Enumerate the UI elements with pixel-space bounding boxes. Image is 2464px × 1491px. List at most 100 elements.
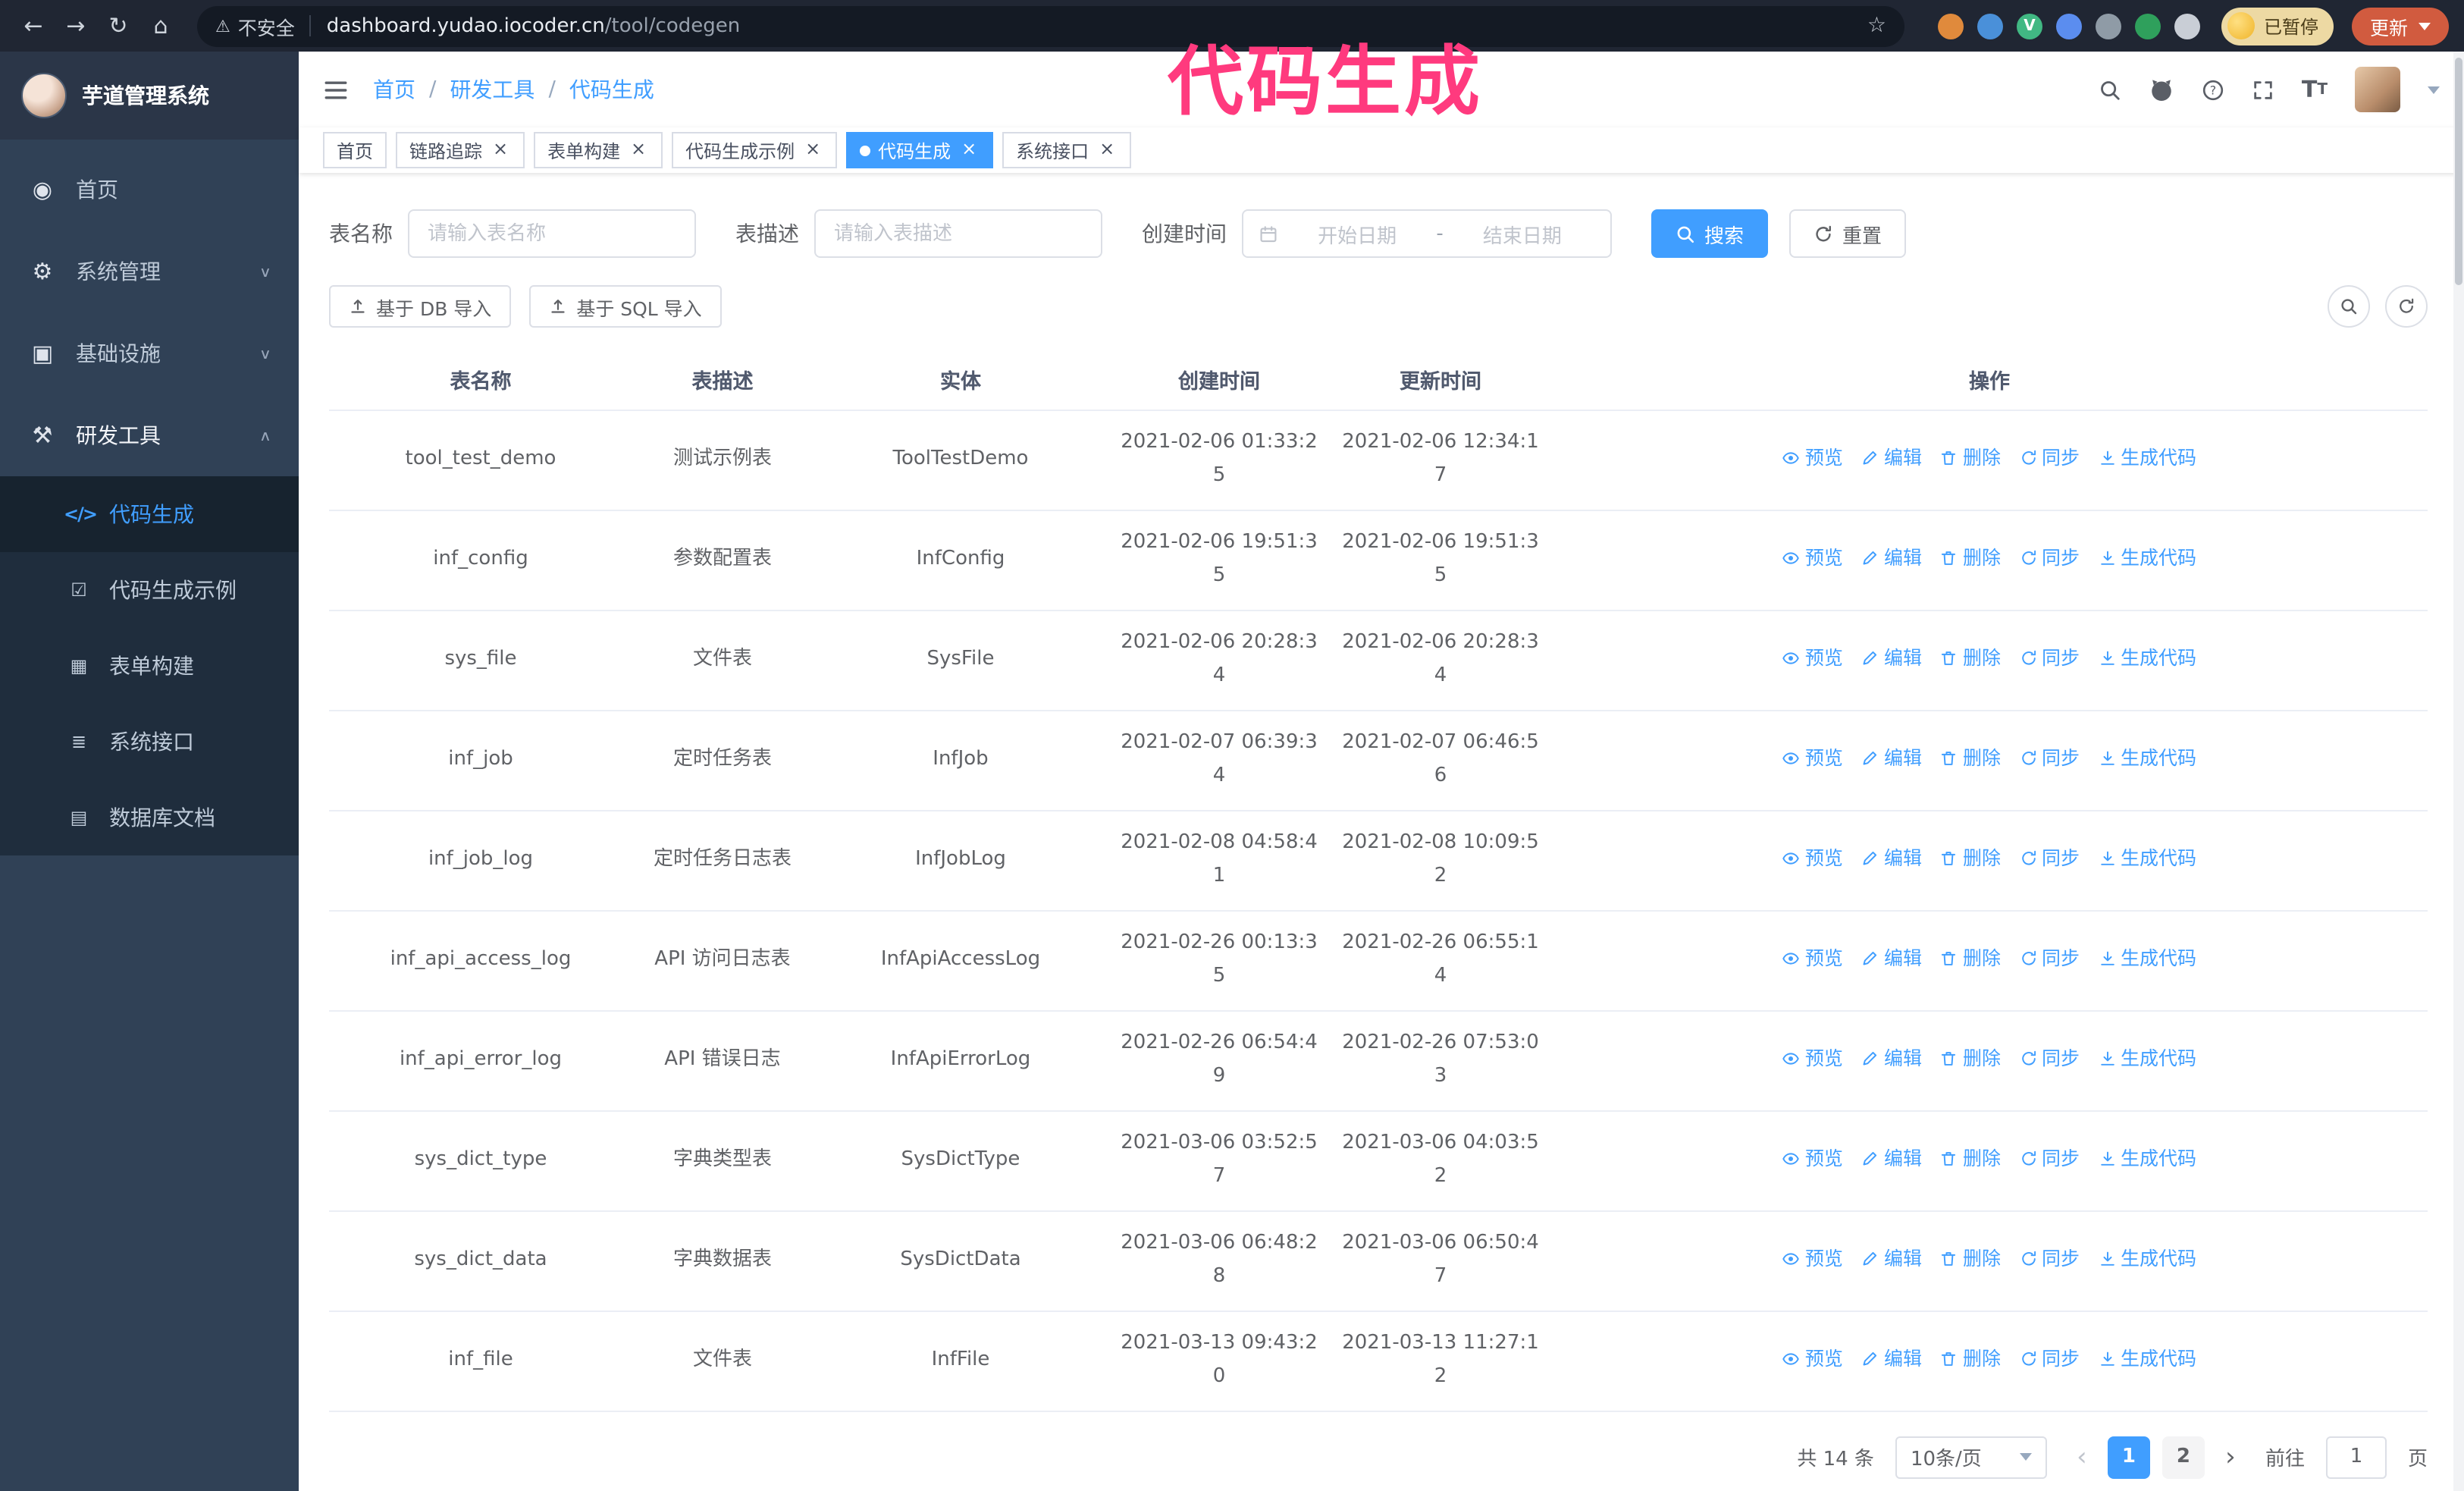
next-page-button[interactable]: › bbox=[2217, 1442, 2244, 1472]
action-sync-link[interactable]: 同步 bbox=[2019, 941, 2080, 975]
bookmark-star-icon[interactable]: ☆ bbox=[1867, 14, 1886, 38]
action-edit-link[interactable]: 编辑 bbox=[1861, 741, 1922, 774]
action-generate-link[interactable]: 生成代码 bbox=[2098, 541, 2196, 574]
sidebar-item[interactable]: ⚒ 研发工具 ∧ bbox=[0, 394, 299, 476]
action-delete-link[interactable]: 删除 bbox=[1940, 1241, 2001, 1275]
browser-home-icon[interactable]: ⌂ bbox=[143, 8, 179, 44]
action-edit-link[interactable]: 编辑 bbox=[1861, 841, 1922, 874]
action-delete-link[interactable]: 删除 bbox=[1940, 541, 2001, 574]
action-delete-link[interactable]: 删除 bbox=[1940, 1041, 2001, 1075]
action-edit-link[interactable]: 编辑 bbox=[1861, 1141, 1922, 1175]
action-generate-link[interactable]: 生成代码 bbox=[2098, 1041, 2196, 1075]
scrollbar-thumb[interactable] bbox=[2455, 58, 2462, 285]
sidebar-item[interactable]: ◉ 首页 bbox=[0, 149, 299, 231]
action-preview-link[interactable]: 预览 bbox=[1782, 841, 1843, 874]
hamburger-icon[interactable] bbox=[323, 77, 349, 102]
action-sync-link[interactable]: 同步 bbox=[2019, 441, 2080, 474]
back-icon[interactable]: ← bbox=[15, 8, 52, 44]
action-edit-link[interactable]: 编辑 bbox=[1861, 641, 1922, 674]
goto-page-input[interactable] bbox=[2325, 1436, 2387, 1478]
date-range-picker[interactable]: 开始日期 - 结束日期 bbox=[1242, 209, 1612, 258]
page-button[interactable]: 1 bbox=[2107, 1436, 2150, 1478]
action-generate-link[interactable]: 生成代码 bbox=[2098, 741, 2196, 774]
tab[interactable]: 代码生成示例 × bbox=[672, 132, 838, 168]
breadcrumb-item[interactable]: 研发工具 bbox=[450, 74, 534, 105]
reset-button[interactable]: 重置 bbox=[1789, 209, 1907, 258]
action-sync-link[interactable]: 同步 bbox=[2019, 1141, 2080, 1175]
tab-close-icon[interactable]: × bbox=[490, 139, 511, 161]
breadcrumb-item[interactable]: 首页 bbox=[373, 74, 415, 105]
extension-icon-vue[interactable]: V bbox=[2016, 13, 2042, 39]
extension-icon-orange[interactable] bbox=[1937, 13, 1964, 39]
help-icon[interactable]: ? bbox=[2202, 78, 2224, 101]
action-delete-link[interactable]: 删除 bbox=[1940, 441, 2001, 474]
sidebar-item[interactable]: ▣ 基础设施 ∨ bbox=[0, 312, 299, 394]
action-sync-link[interactable]: 同步 bbox=[2019, 1241, 2080, 1275]
extension-icon-puzzle[interactable] bbox=[2174, 13, 2200, 39]
forward-icon[interactable]: → bbox=[58, 8, 94, 44]
page-size-select[interactable]: 10条/页 bbox=[1895, 1436, 2047, 1478]
extension-icon-people[interactable] bbox=[2055, 13, 2082, 39]
page-button[interactable]: 2 bbox=[2161, 1436, 2205, 1478]
tab[interactable]: 代码生成 × bbox=[846, 132, 994, 168]
action-edit-link[interactable]: 编辑 bbox=[1861, 441, 1922, 474]
action-preview-link[interactable]: 预览 bbox=[1782, 1241, 1843, 1275]
address-bar[interactable]: ⚠ 不安全 dashboard.yudao.iocoder.cn/tool/co… bbox=[197, 5, 1904, 46]
action-preview-link[interactable]: 预览 bbox=[1782, 541, 1843, 574]
extension-icon-gray[interactable] bbox=[2095, 13, 2121, 39]
tab[interactable]: 链路追踪 × bbox=[396, 132, 525, 168]
action-delete-link[interactable]: 删除 bbox=[1940, 1141, 2001, 1175]
sidebar-subitem[interactable]: ▦ 表单构建 bbox=[0, 628, 299, 704]
prev-page-button[interactable]: ‹ bbox=[2068, 1442, 2096, 1472]
breadcrumb-item[interactable]: 代码生成 bbox=[569, 74, 654, 105]
font-size-icon[interactable]: TT bbox=[2302, 76, 2328, 103]
toggle-search-button[interactable] bbox=[2328, 285, 2370, 328]
action-preview-link[interactable]: 预览 bbox=[1782, 441, 1843, 474]
action-delete-link[interactable]: 删除 bbox=[1940, 1342, 2001, 1375]
action-edit-link[interactable]: 编辑 bbox=[1861, 1041, 1922, 1075]
table-name-input[interactable] bbox=[408, 209, 696, 258]
action-generate-link[interactable]: 生成代码 bbox=[2098, 1342, 2196, 1375]
import-db-button[interactable]: 基于 DB 导入 bbox=[329, 285, 512, 328]
tab-close-icon[interactable]: × bbox=[958, 139, 980, 161]
fullscreen-icon[interactable] bbox=[2252, 78, 2274, 101]
tab-close-icon[interactable]: × bbox=[1096, 139, 1118, 161]
action-sync-link[interactable]: 同步 bbox=[2019, 641, 2080, 674]
action-edit-link[interactable]: 编辑 bbox=[1861, 941, 1922, 975]
action-delete-link[interactable]: 删除 bbox=[1940, 941, 2001, 975]
action-sync-link[interactable]: 同步 bbox=[2019, 1041, 2080, 1075]
action-edit-link[interactable]: 编辑 bbox=[1861, 1342, 1922, 1375]
sidebar-subitem[interactable]: </> 代码生成 bbox=[0, 476, 299, 552]
action-delete-link[interactable]: 删除 bbox=[1940, 841, 2001, 874]
action-sync-link[interactable]: 同步 bbox=[2019, 841, 2080, 874]
action-preview-link[interactable]: 预览 bbox=[1782, 1041, 1843, 1075]
action-preview-link[interactable]: 预览 bbox=[1782, 1141, 1843, 1175]
action-generate-link[interactable]: 生成代码 bbox=[2098, 1241, 2196, 1275]
table-desc-input[interactable] bbox=[814, 209, 1102, 258]
refresh-table-button[interactable] bbox=[2385, 285, 2428, 328]
action-sync-link[interactable]: 同步 bbox=[2019, 1342, 2080, 1375]
tab-close-icon[interactable]: × bbox=[628, 139, 649, 161]
action-generate-link[interactable]: 生成代码 bbox=[2098, 641, 2196, 674]
avatar-caret-down-icon[interactable] bbox=[2428, 86, 2440, 93]
tab[interactable]: 首页 bbox=[323, 132, 387, 168]
update-button[interactable]: 更新 bbox=[2351, 7, 2449, 45]
action-preview-link[interactable]: 预览 bbox=[1782, 941, 1843, 975]
tab[interactable]: 系统接口 × bbox=[1002, 132, 1132, 168]
action-sync-link[interactable]: 同步 bbox=[2019, 741, 2080, 774]
search-button[interactable]: 搜索 bbox=[1651, 209, 1769, 258]
user-avatar[interactable] bbox=[2355, 67, 2400, 112]
github-icon[interactable] bbox=[2149, 77, 2174, 102]
action-generate-link[interactable]: 生成代码 bbox=[2098, 1141, 2196, 1175]
action-generate-link[interactable]: 生成代码 bbox=[2098, 941, 2196, 975]
reload-icon[interactable]: ↻ bbox=[100, 8, 136, 44]
action-edit-link[interactable]: 编辑 bbox=[1861, 541, 1922, 574]
action-sync-link[interactable]: 同步 bbox=[2019, 541, 2080, 574]
sidebar-subitem[interactable]: ≣ 系统接口 bbox=[0, 704, 299, 780]
action-preview-link[interactable]: 预览 bbox=[1782, 1342, 1843, 1375]
extension-icon-blue[interactable] bbox=[1977, 13, 2003, 39]
action-delete-link[interactable]: 删除 bbox=[1940, 641, 2001, 674]
action-generate-link[interactable]: 生成代码 bbox=[2098, 841, 2196, 874]
tab[interactable]: 表单构建 × bbox=[534, 132, 663, 168]
action-edit-link[interactable]: 编辑 bbox=[1861, 1241, 1922, 1275]
